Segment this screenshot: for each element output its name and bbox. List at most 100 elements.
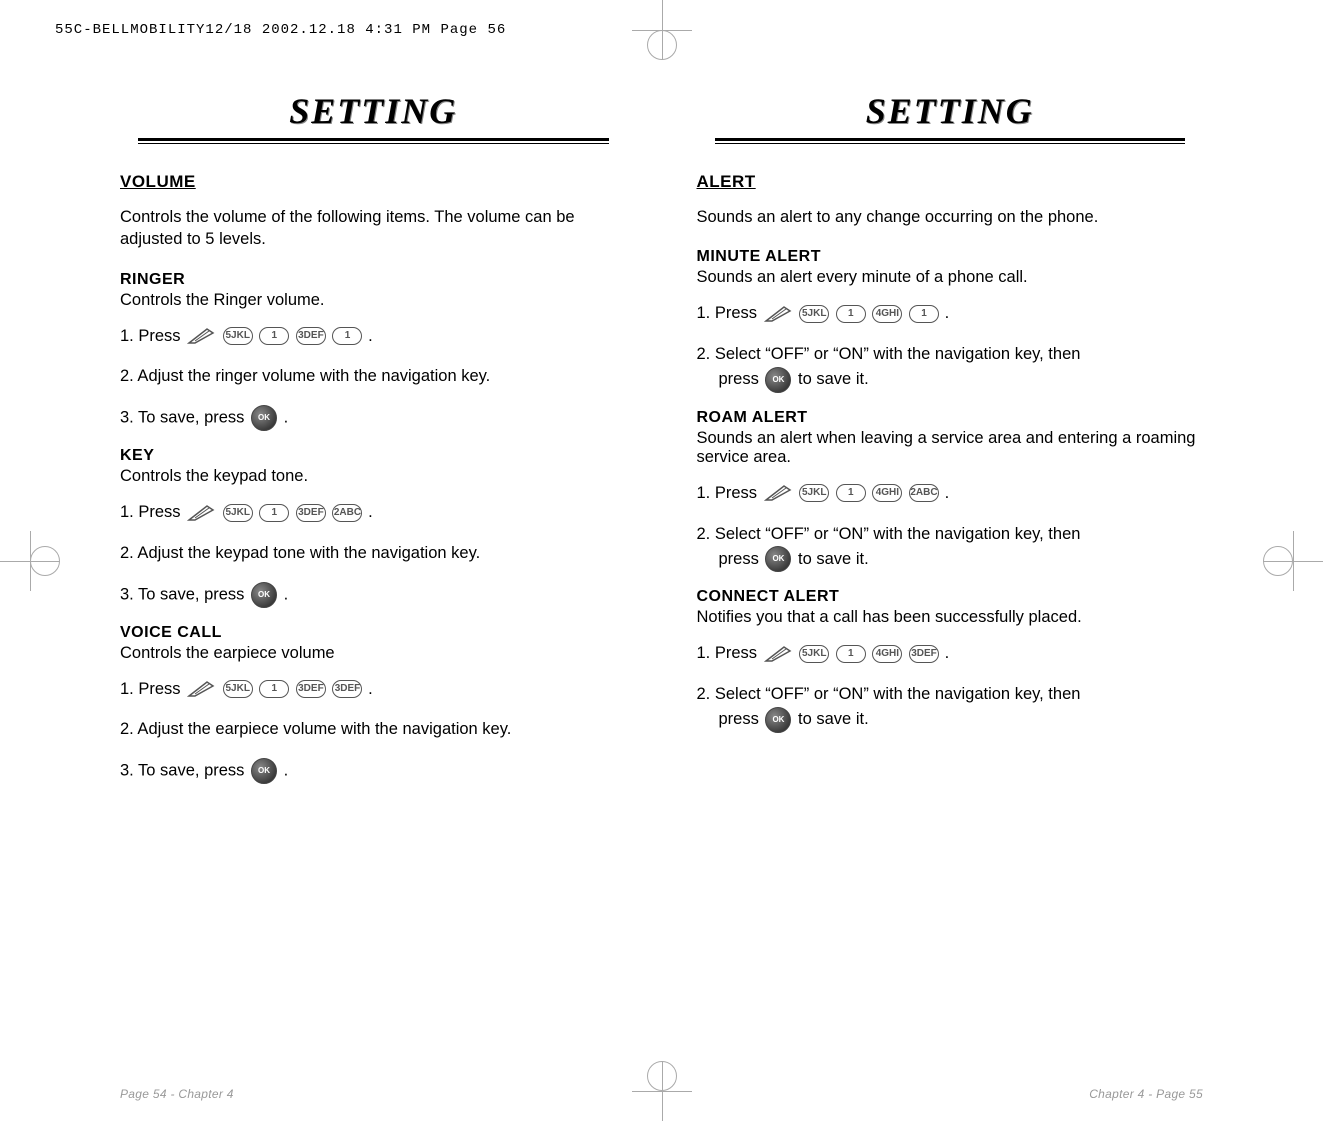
- key-3-icon: 3DEF: [296, 680, 326, 698]
- alert-heading: ALERT: [697, 172, 1204, 192]
- connect-step1: 1. Press 5JKL 1 4GHI 3DEF .: [697, 641, 1204, 666]
- connect-desc: Notifies you that a call has been succes…: [697, 608, 1204, 627]
- text: 2. Select “OFF” or “ON” with the navigat…: [697, 525, 1081, 543]
- key-step3: 3. To save, press .: [120, 582, 627, 608]
- crop-mark-right: [1263, 531, 1323, 591]
- key-1-icon: 1: [332, 327, 362, 345]
- text: .: [945, 484, 950, 502]
- roam-step2: 2. Select “OFF” or “ON” with the navigat…: [697, 522, 1204, 573]
- key-5-icon: 5JKL: [223, 327, 253, 345]
- key-3-icon: 3DEF: [909, 645, 939, 663]
- menu-icon: [764, 484, 792, 502]
- key-5-icon: 5JKL: [799, 305, 829, 323]
- roam-step1: 1. Press 5JKL 1 4GHI 2ABC .: [697, 481, 1204, 506]
- ok-button-icon: [765, 367, 791, 393]
- ok-button-icon: [251, 405, 277, 431]
- text: to save it.: [798, 370, 869, 388]
- key-1-icon: 1: [259, 327, 289, 345]
- key-5-icon: 5JKL: [799, 645, 829, 663]
- menu-icon: [187, 504, 215, 522]
- voice-step1: 1. Press 5JKL 1 3DEF 3DEF .: [120, 677, 627, 702]
- alert-intro: Sounds an alert to any change occurring …: [697, 206, 1204, 228]
- minute-step1: 1. Press 5JKL 1 4GHI 1 .: [697, 301, 1204, 326]
- footer-right: Chapter 4 - Page 55: [1089, 1087, 1203, 1101]
- voice-step3: 3. To save, press .: [120, 758, 627, 784]
- text: to save it.: [798, 710, 869, 728]
- voice-label: VOICE CALL: [120, 624, 627, 642]
- ok-button-icon: [251, 582, 277, 608]
- ringer-label: RINGER: [120, 271, 627, 289]
- voice-desc: Controls the earpiece volume: [120, 644, 627, 663]
- text: 1. Press: [120, 327, 185, 345]
- page-spread: SETTING VOLUME Controls the volume of th…: [85, 90, 1238, 1061]
- ok-button-icon: [251, 758, 277, 784]
- menu-icon: [187, 327, 215, 345]
- file-header: 55C-BELLMOBILITY12/18 2002.12.18 4:31 PM…: [55, 22, 506, 38]
- key-4-icon: 4GHI: [872, 645, 902, 663]
- text: 2. Select “OFF” or “ON” with the navigat…: [697, 345, 1081, 363]
- key-desc: Controls the keypad tone.: [120, 467, 627, 486]
- key-label: KEY: [120, 447, 627, 465]
- key-3-icon: 3DEF: [296, 504, 326, 522]
- connect-step2: 2. Select “OFF” or “ON” with the navigat…: [697, 682, 1204, 733]
- minute-label: MINUTE ALERT: [697, 248, 1204, 266]
- text: 3. To save, press: [120, 585, 249, 603]
- text: .: [368, 503, 373, 521]
- key-1-icon: 1: [836, 305, 866, 323]
- key-1-icon: 1: [836, 645, 866, 663]
- page-title-left: SETTING: [120, 90, 627, 132]
- key-step2: 2. Adjust the keypad tone with the navig…: [120, 541, 627, 566]
- crop-mark-left: [0, 531, 60, 591]
- text: 1. Press: [697, 644, 762, 662]
- key-3-icon: 3DEF: [296, 327, 326, 345]
- ok-button-icon: [765, 707, 791, 733]
- ringer-step1: 1. Press 5JKL 1 3DEF 1 .: [120, 324, 627, 349]
- text: 3. To save, press: [120, 408, 249, 426]
- ringer-step3: 3. To save, press .: [120, 405, 627, 431]
- roam-desc: Sounds an alert when leaving a service a…: [697, 429, 1204, 467]
- voice-step2: 2. Adjust the earpiece volume with the n…: [120, 717, 627, 742]
- crop-mark-bottom: [632, 1061, 692, 1121]
- title-underline: [715, 138, 1186, 144]
- text: .: [368, 680, 373, 698]
- key-4-icon: 4GHI: [872, 305, 902, 323]
- key-1-icon: 1: [836, 484, 866, 502]
- ok-button-icon: [765, 546, 791, 572]
- text: .: [945, 644, 950, 662]
- volume-heading: VOLUME: [120, 172, 627, 192]
- key-1-icon: 1: [259, 504, 289, 522]
- key-2-icon: 2ABC: [332, 504, 362, 522]
- title-underline: [138, 138, 609, 144]
- volume-intro: Controls the volume of the following ite…: [120, 206, 627, 251]
- key-4-icon: 4GHI: [872, 484, 902, 502]
- text: press: [719, 550, 764, 568]
- text: .: [284, 585, 289, 603]
- menu-icon: [764, 305, 792, 323]
- text: 2. Select “OFF” or “ON” with the navigat…: [697, 685, 1081, 703]
- minute-desc: Sounds an alert every minute of a phone …: [697, 268, 1204, 287]
- key-3-icon: 3DEF: [332, 680, 362, 698]
- text: to save it.: [798, 550, 869, 568]
- ringer-step2: 2. Adjust the ringer volume with the nav…: [120, 364, 627, 389]
- key-5-icon: 5JKL: [223, 504, 253, 522]
- text: .: [945, 304, 950, 322]
- text: press: [719, 370, 764, 388]
- connect-label: CONNECT ALERT: [697, 588, 1204, 606]
- text: 3. To save, press: [120, 761, 249, 779]
- key-1-icon: 1: [259, 680, 289, 698]
- text: 1. Press: [120, 503, 185, 521]
- right-page: SETTING ALERT Sounds an alert to any cha…: [662, 90, 1239, 1061]
- key-2-icon: 2ABC: [909, 484, 939, 502]
- key-5-icon: 5JKL: [223, 680, 253, 698]
- key-step1: 1. Press 5JKL 1 3DEF 2ABC .: [120, 500, 627, 525]
- page-title-right: SETTING: [697, 90, 1204, 132]
- text: 1. Press: [697, 304, 762, 322]
- left-page: SETTING VOLUME Controls the volume of th…: [85, 90, 662, 1061]
- minute-step2: 2. Select “OFF” or “ON” with the navigat…: [697, 342, 1204, 393]
- text: press: [719, 710, 764, 728]
- menu-icon: [764, 645, 792, 663]
- text: .: [284, 408, 289, 426]
- text: 1. Press: [697, 484, 762, 502]
- roam-label: ROAM ALERT: [697, 409, 1204, 427]
- ringer-desc: Controls the Ringer volume.: [120, 291, 627, 310]
